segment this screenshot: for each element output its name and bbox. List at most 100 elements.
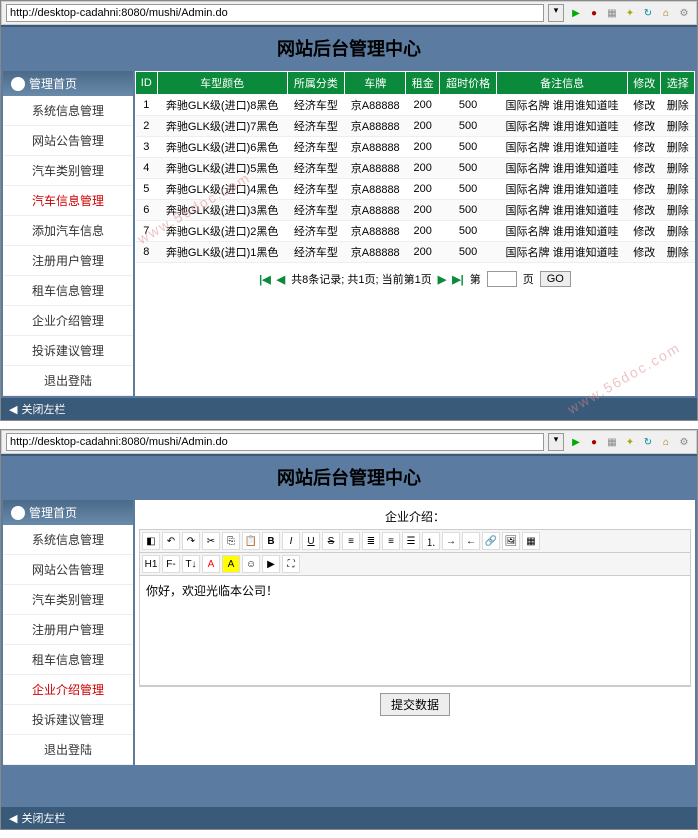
star-icon[interactable]: ✦ bbox=[622, 434, 638, 450]
table-cell: 京A88888 bbox=[344, 221, 406, 242]
pagination-info: 共8条记录; 共1页; 当前第1页 bbox=[291, 271, 432, 287]
sidebar-item[interactable]: 添加汽车信息 bbox=[3, 216, 133, 246]
sidebar-item[interactable]: 投诉建议管理 bbox=[3, 705, 133, 735]
table-cell[interactable]: 删除 bbox=[661, 158, 695, 179]
table-cell[interactable]: 修改 bbox=[627, 137, 660, 158]
font-size-icon[interactable]: T↓ bbox=[182, 555, 200, 573]
submit-button[interactable]: 提交数据 bbox=[380, 693, 450, 716]
h1-icon[interactable]: H1 bbox=[142, 555, 160, 573]
table-header: 车型颜色 bbox=[157, 72, 287, 95]
sidebar-item[interactable]: 企业介绍管理 bbox=[3, 306, 133, 336]
numbered-list-icon[interactable]: ⒈ bbox=[422, 532, 440, 550]
last-page-icon[interactable]: ▶| bbox=[452, 273, 464, 286]
table-cell[interactable]: 删除 bbox=[661, 242, 695, 263]
sidebar-item[interactable]: 汽车类别管理 bbox=[3, 585, 133, 615]
sidebar-item[interactable]: 退出登陆 bbox=[3, 366, 133, 396]
sidebar-header: 管理首页 bbox=[3, 71, 133, 96]
italic-icon[interactable]: I bbox=[282, 532, 300, 550]
url-input[interactable] bbox=[6, 433, 544, 451]
sidebar-item[interactable]: 汽车信息管理 bbox=[3, 186, 133, 216]
table-cell: 500 bbox=[439, 179, 496, 200]
image-icon[interactable]: 🖼 bbox=[502, 532, 520, 550]
sidebar-item[interactable]: 系统信息管理 bbox=[3, 525, 133, 555]
sidebar-item[interactable]: 网站公告管理 bbox=[3, 126, 133, 156]
stop-icon[interactable]: ● bbox=[586, 434, 602, 450]
table-cell[interactable]: 删除 bbox=[661, 200, 695, 221]
table-cell[interactable]: 修改 bbox=[627, 158, 660, 179]
bold-icon[interactable]: B bbox=[262, 532, 280, 550]
sidebar-item[interactable]: 注册用户管理 bbox=[3, 615, 133, 645]
tools-icon[interactable]: ⚙ bbox=[676, 434, 692, 450]
align-center-icon[interactable]: ≣ bbox=[362, 532, 380, 550]
table-cell[interactable]: 修改 bbox=[627, 95, 660, 116]
font-color-icon[interactable]: A bbox=[202, 555, 220, 573]
source-icon[interactable]: ◧ bbox=[142, 532, 160, 550]
sidebar-item[interactable]: 退出登陆 bbox=[3, 735, 133, 765]
paste-icon[interactable]: 📋 bbox=[242, 532, 260, 550]
home-icon[interactable]: ⌂ bbox=[658, 5, 674, 21]
refresh-icon[interactable]: ↻ bbox=[640, 5, 656, 21]
prev-page-icon[interactable]: ◀ bbox=[277, 273, 285, 286]
url-input[interactable] bbox=[6, 4, 544, 22]
go-button[interactable]: GO bbox=[540, 271, 571, 287]
tools-icon[interactable]: ⚙ bbox=[676, 5, 692, 21]
table-cell[interactable]: 修改 bbox=[627, 221, 660, 242]
first-page-icon[interactable]: |◀ bbox=[259, 273, 271, 286]
table-cell[interactable]: 修改 bbox=[627, 200, 660, 221]
table-cell[interactable]: 删除 bbox=[661, 137, 695, 158]
play-icon[interactable]: ▶ bbox=[568, 434, 584, 450]
font-family-icon[interactable]: F- bbox=[162, 555, 180, 573]
editor-textarea[interactable]: 你好，欢迎光临本公司！ bbox=[139, 576, 691, 686]
sidebar-item[interactable]: 租车信息管理 bbox=[3, 276, 133, 306]
home-icon[interactable]: ⌂ bbox=[658, 434, 674, 450]
table-cell[interactable]: 删除 bbox=[661, 179, 695, 200]
page-label: 第 bbox=[470, 271, 481, 287]
table-cell[interactable]: 删除 bbox=[661, 116, 695, 137]
play-icon[interactable]: ▶ bbox=[568, 5, 584, 21]
footer-bar[interactable]: ◀ 关闭左栏 bbox=[1, 807, 697, 829]
cut-icon[interactable]: ✂ bbox=[202, 532, 220, 550]
stop-icon[interactable]: ● bbox=[586, 5, 602, 21]
table-cell[interactable]: 修改 bbox=[627, 242, 660, 263]
grid-icon[interactable]: ▦ bbox=[604, 434, 620, 450]
sidebar-item[interactable]: 网站公告管理 bbox=[3, 555, 133, 585]
bg-color-icon[interactable]: A bbox=[222, 555, 240, 573]
next-page-icon[interactable]: ▶ bbox=[438, 273, 446, 286]
url-dropdown-icon[interactable]: ▾ bbox=[548, 433, 564, 451]
table-cell[interactable]: 修改 bbox=[627, 179, 660, 200]
underline-icon[interactable]: U bbox=[302, 532, 320, 550]
star-icon[interactable]: ✦ bbox=[622, 5, 638, 21]
refresh-icon[interactable]: ↻ bbox=[640, 434, 656, 450]
table-cell: 5 bbox=[136, 179, 158, 200]
grid-icon[interactable]: ▦ bbox=[604, 5, 620, 21]
copy-icon[interactable]: ⎘ bbox=[222, 532, 240, 550]
url-dropdown-icon[interactable]: ▾ bbox=[548, 4, 564, 22]
sidebar-item[interactable]: 注册用户管理 bbox=[3, 246, 133, 276]
indent-icon[interactable]: → bbox=[442, 532, 460, 550]
fullscreen-icon[interactable]: ⛶ bbox=[282, 555, 300, 573]
undo-icon[interactable]: ↶ bbox=[162, 532, 180, 550]
sidebar-item[interactable]: 企业介绍管理 bbox=[3, 675, 133, 705]
link-icon[interactable]: 🔗 bbox=[482, 532, 500, 550]
sidebar-header-label: 管理首页 bbox=[29, 504, 77, 521]
table-cell[interactable]: 删除 bbox=[661, 221, 695, 242]
sidebar-item[interactable]: 租车信息管理 bbox=[3, 645, 133, 675]
sidebar-item[interactable]: 投诉建议管理 bbox=[3, 336, 133, 366]
align-right-icon[interactable]: ≡ bbox=[382, 532, 400, 550]
sidebar-item[interactable]: 系统信息管理 bbox=[3, 96, 133, 126]
footer-bar[interactable]: ◀ 关闭左栏 bbox=[1, 398, 697, 420]
list-icon[interactable]: ☰ bbox=[402, 532, 420, 550]
sidebar-item[interactable]: 汽车类别管理 bbox=[3, 156, 133, 186]
table-cell: 国际名牌 谁用谁知道哇 bbox=[497, 116, 628, 137]
outdent-icon[interactable]: ← bbox=[462, 532, 480, 550]
align-left-icon[interactable]: ≡ bbox=[342, 532, 360, 550]
media-icon[interactable]: ▶ bbox=[262, 555, 280, 573]
table-icon[interactable]: ▦ bbox=[522, 532, 540, 550]
page-input[interactable] bbox=[487, 271, 517, 287]
table-cell: 京A88888 bbox=[344, 200, 406, 221]
strike-icon[interactable]: S bbox=[322, 532, 340, 550]
table-cell[interactable]: 修改 bbox=[627, 116, 660, 137]
emoji-icon[interactable]: ☺ bbox=[242, 555, 260, 573]
table-cell[interactable]: 删除 bbox=[661, 95, 695, 116]
redo-icon[interactable]: ↷ bbox=[182, 532, 200, 550]
